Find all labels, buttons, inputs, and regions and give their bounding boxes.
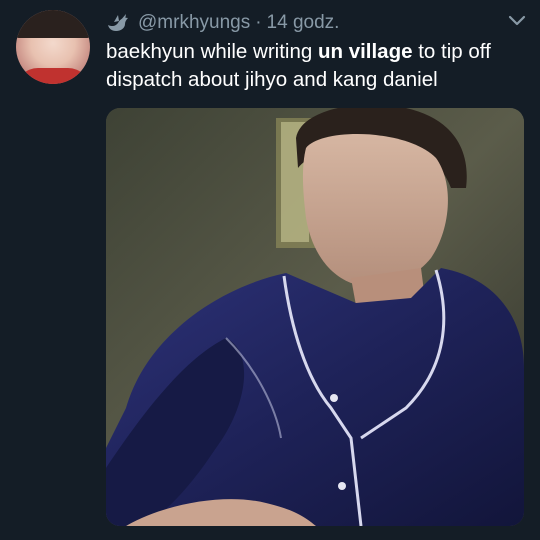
tweet-text: baekhyun while writing un village to tip… bbox=[106, 38, 526, 94]
tweet-time[interactable]: 14 godz. bbox=[267, 12, 340, 34]
avatar-shirt bbox=[16, 68, 90, 84]
tweet-media[interactable] bbox=[106, 108, 524, 526]
avatar[interactable] bbox=[16, 10, 90, 84]
tweet-text-part1: baekhyun while writing bbox=[106, 40, 318, 63]
chevron-down-icon[interactable] bbox=[508, 14, 526, 28]
tweet-text-bold: un village bbox=[317, 40, 413, 63]
tweet-handle[interactable]: @mrkhyungs bbox=[138, 12, 250, 34]
tweet-header: @mrkhyungs · 14 godz. bbox=[106, 10, 530, 36]
bird-icon bbox=[108, 14, 128, 31]
media-photo bbox=[106, 108, 524, 526]
header-separator: · bbox=[255, 12, 262, 33]
avatar-hair bbox=[16, 10, 90, 38]
